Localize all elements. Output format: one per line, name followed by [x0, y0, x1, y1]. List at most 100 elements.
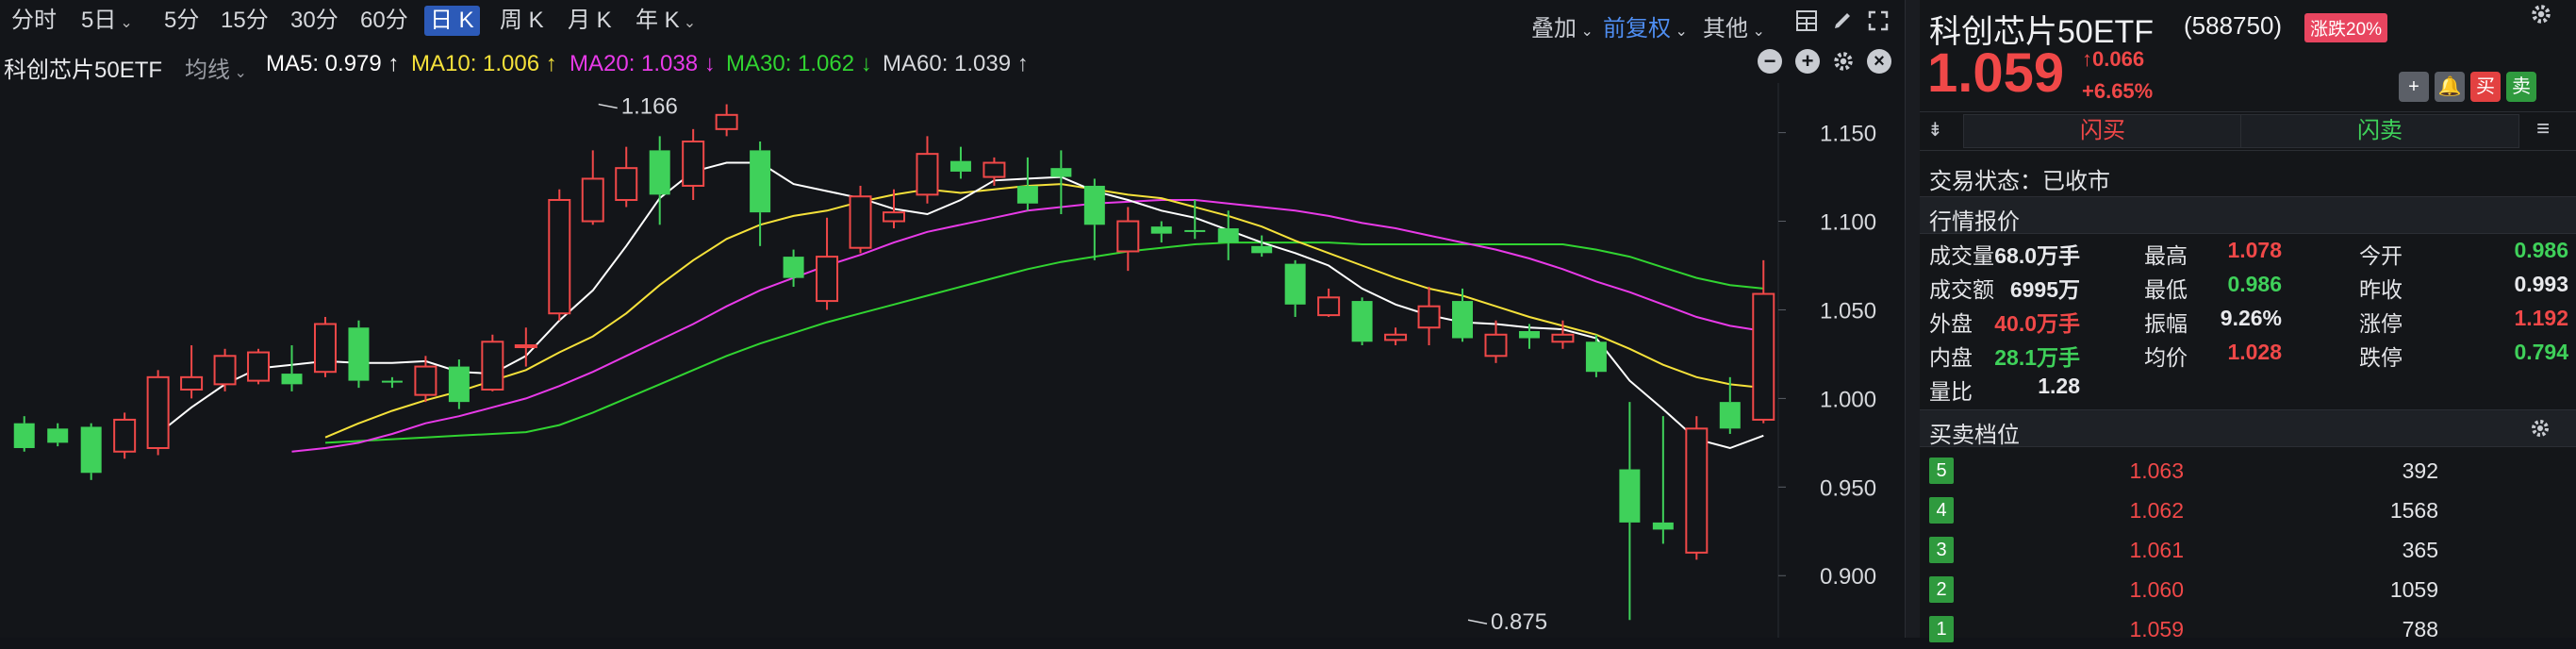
orderbook-level: 3 [1929, 537, 1954, 563]
candle[interactable] [1619, 402, 1641, 621]
candle[interactable] [1452, 288, 1474, 342]
candle[interactable] [1752, 259, 1775, 424]
period-tab-7[interactable]: 周 K [494, 6, 550, 36]
candle-body [47, 428, 69, 443]
candle[interactable] [682, 128, 705, 200]
add-watch-icon[interactable]: + [2399, 72, 2429, 102]
overlay-menu[interactable]: 叠加 ⌄ [1531, 9, 1593, 42]
candle[interactable] [1384, 327, 1408, 346]
candle[interactable] [146, 370, 170, 456]
candle[interactable] [883, 189, 905, 229]
candle[interactable] [13, 416, 35, 452]
period-tab-6[interactable]: 日 K [424, 6, 480, 36]
orderbook-row[interactable]: 5 1.063 392 [1920, 451, 2576, 491]
collapse-icon[interactable]: ⇟ [1927, 118, 1943, 141]
menu-icon[interactable]: ≡ [2536, 116, 2550, 142]
chevron-down-icon: ⌄ [1748, 24, 1765, 40]
settings-gear-icon[interactable] [1831, 49, 1856, 74]
candle[interactable] [1484, 320, 1508, 363]
period-tab-1[interactable]: 5日 ⌄ [75, 6, 139, 36]
candlestick-chart[interactable]: 1.150 1.100 1.050 1.000 0.950 0.900 1.166 0.875 [0, 83, 1905, 638]
other-menu[interactable]: 其他 ⌄ [1703, 9, 1765, 42]
candle[interactable] [247, 348, 271, 385]
stat-value: 0.794 [2514, 340, 2568, 364]
flash-trade-bar: ⇟ 闪买 闪卖 ≡ [1920, 111, 2576, 151]
candle[interactable] [348, 320, 370, 389]
minus-icon[interactable]: − [1758, 49, 1782, 74]
candle[interactable] [750, 141, 771, 246]
orderbook-row[interactable]: 2 1.060 1059 [1920, 570, 2576, 609]
candle-body [1217, 228, 1239, 243]
candle[interactable] [615, 146, 638, 208]
period-tab-2[interactable]: 5分 [158, 6, 205, 36]
candle[interactable] [1417, 287, 1441, 346]
flash-buy-button[interactable]: 闪买 [1963, 114, 2242, 148]
candle[interactable] [983, 157, 1006, 186]
sell-button[interactable]: 卖 [2506, 72, 2536, 102]
candle[interactable] [113, 412, 137, 459]
y-tick-label: 1.050 [1820, 298, 1876, 324]
candle[interactable] [80, 423, 102, 480]
candle[interactable] [1585, 334, 1607, 377]
candle[interactable] [1150, 221, 1172, 243]
stat-value: 0.986 [2227, 272, 2282, 296]
stat-value: 6995万 [2009, 277, 2080, 302]
candle[interactable] [816, 217, 839, 310]
draw-pen-icon[interactable] [1831, 9, 1854, 32]
candle[interactable] [949, 146, 971, 179]
candle[interactable] [1284, 259, 1306, 317]
period-tab-label: 5日 [81, 8, 117, 33]
flash-sell-button[interactable]: 闪卖 [2240, 114, 2519, 148]
candle[interactable] [281, 345, 303, 391]
candle[interactable] [47, 423, 69, 447]
candle[interactable] [381, 376, 403, 389]
candle[interactable] [180, 345, 204, 399]
candle-body [1116, 220, 1140, 253]
period-tab-label: 月 K [568, 8, 612, 33]
candle[interactable] [1317, 288, 1341, 317]
alert-bell-icon[interactable]: 🔔 [2435, 72, 2465, 102]
stat-value: 9.26% [2220, 306, 2282, 330]
candle[interactable] [1116, 207, 1140, 272]
candle[interactable] [1652, 416, 1674, 544]
candle[interactable] [448, 359, 470, 409]
candle[interactable] [849, 185, 872, 254]
fullscreen-icon[interactable] [1867, 9, 1890, 32]
period-tab-label: 60分 [360, 8, 408, 33]
ma-menu[interactable]: 均线 ⌄ [185, 51, 247, 84]
candle[interactable] [481, 334, 504, 391]
flash-buy-label: 闪买 [2080, 118, 2125, 143]
period-tab-4[interactable]: 30分 [285, 6, 344, 36]
period-tab-0[interactable]: 分时 [6, 6, 62, 36]
settings-gear-icon[interactable] [2529, 417, 2551, 440]
period-tab-9[interactable]: 年 K ⌄ [630, 6, 702, 36]
candle[interactable] [1083, 178, 1105, 260]
candle-body [1050, 168, 1072, 177]
candle[interactable] [313, 316, 337, 377]
orderbook-row[interactable]: 4 1.062 1568 [1920, 491, 2576, 530]
period-tab-8[interactable]: 月 K [562, 6, 618, 36]
candle[interactable] [1050, 150, 1072, 215]
candle[interactable] [213, 348, 237, 391]
candle[interactable] [581, 150, 604, 225]
candle[interactable] [1351, 297, 1373, 346]
period-tab-3[interactable]: 15分 [215, 6, 274, 36]
close-icon[interactable]: × [1867, 49, 1891, 74]
candle[interactable] [649, 136, 670, 225]
plus-icon[interactable]: + [1795, 49, 1820, 74]
price-change: ↑0.066 [2082, 47, 2145, 71]
candle[interactable] [916, 136, 939, 204]
period-tab-5[interactable]: 60分 [355, 6, 414, 36]
candle[interactable] [1016, 157, 1038, 211]
buy-button[interactable]: 买 [2470, 72, 2501, 102]
candle[interactable] [715, 104, 738, 137]
grid-layout-icon[interactable] [1795, 9, 1818, 32]
settings-gear-icon[interactable] [2529, 2, 2553, 26]
adjust-menu[interactable]: 前复权 ⌄ [1603, 9, 1688, 42]
candle[interactable] [1685, 416, 1709, 560]
orderbook-row[interactable]: 1 1.059 788 [1920, 609, 2576, 649]
candle[interactable] [1251, 235, 1273, 258]
candle-body [1083, 185, 1105, 225]
orderbook-row[interactable]: 3 1.061 365 [1920, 530, 2576, 570]
candle[interactable] [548, 189, 571, 321]
